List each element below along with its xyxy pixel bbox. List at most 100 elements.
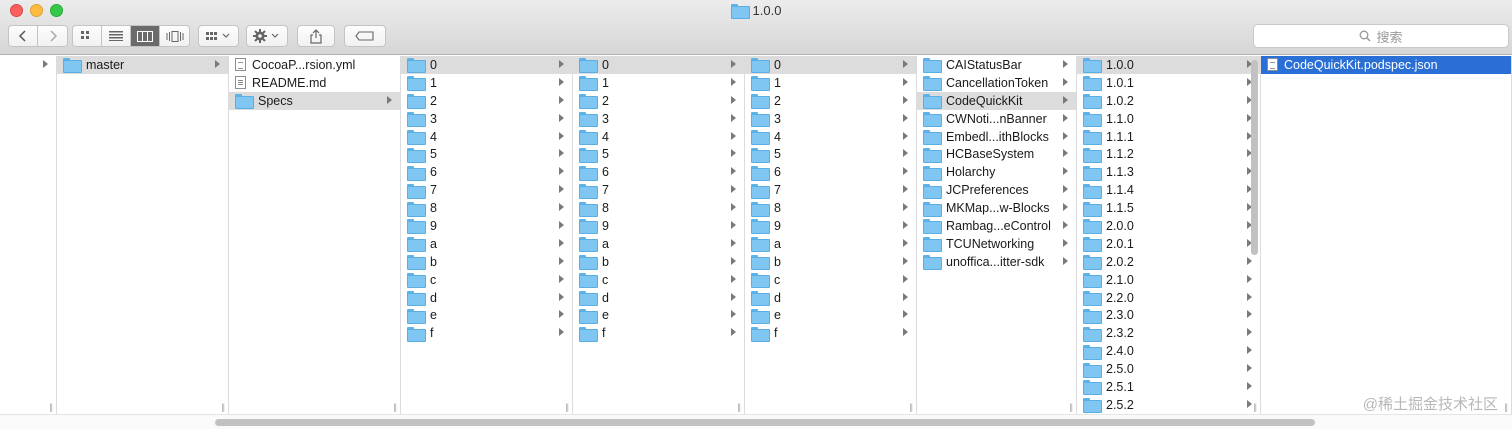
file-row[interactable]: 4 [573,128,744,146]
back-button[interactable] [9,26,38,46]
file-row[interactable]: 1.1.5 [1077,199,1260,217]
file-row[interactable]: 8 [745,199,916,217]
column-resize-handle[interactable]: || [737,402,741,412]
file-row[interactable]: 4 [745,128,916,146]
file-row[interactable]: 5 [401,145,572,163]
file-row[interactable]: unoffica...itter-sdk [917,253,1076,271]
file-row[interactable]: TCUNetworking [917,235,1076,253]
browser-column[interactable]: || [0,56,57,414]
file-row[interactable]: 6 [401,163,572,181]
file-row[interactable]: c [573,271,744,289]
forward-button[interactable] [38,26,67,46]
file-row[interactable]: Holarchy [917,163,1076,181]
arrange-button[interactable] [198,25,239,47]
column-view-button[interactable] [131,26,160,46]
cover-flow-button[interactable] [160,26,189,46]
file-row[interactable]: 8 [401,199,572,217]
file-row[interactable]: 2.5.0 [1077,360,1260,378]
browser-column[interactable]: CodeQuickKit.podspec.json || [1261,56,1512,414]
file-row[interactable]: CancellationToken [917,74,1076,92]
file-row[interactable]: 9 [401,217,572,235]
vertical-scrollbar-thumb[interactable] [1251,60,1258,255]
file-row[interactable]: e [573,306,744,324]
file-row[interactable]: 2.3.2 [1077,324,1260,342]
file-row[interactable]: 1.0.1 [1077,74,1260,92]
file-row[interactable]: CodeQuickKit.podspec.json [1261,56,1511,74]
file-row[interactable]: c [401,271,572,289]
file-row[interactable]: a [401,235,572,253]
file-row[interactable]: README.md [229,74,400,92]
file-row[interactable]: 2.0.1 [1077,235,1260,253]
file-row[interactable]: 0 [745,56,916,74]
file-row[interactable] [0,56,56,74]
file-row[interactable]: 5 [745,145,916,163]
file-row[interactable]: CodeQuickKit [917,91,1076,110]
list-view-button[interactable] [102,26,131,46]
file-row[interactable]: 1 [401,74,572,92]
file-row[interactable]: 3 [401,110,572,128]
column-resize-handle[interactable]: || [221,402,225,412]
file-row[interactable]: 6 [573,163,744,181]
file-row[interactable]: 3 [745,110,916,128]
file-row[interactable]: a [745,235,916,253]
file-row[interactable]: master [57,56,228,74]
column-resize-handle[interactable]: || [1253,402,1257,412]
file-row[interactable]: MKMap...w-Blocks [917,199,1076,217]
file-row[interactable]: 1.1.3 [1077,163,1260,181]
browser-column[interactable]: master || [57,56,229,414]
file-row[interactable]: 1.0.2 [1077,92,1260,110]
file-row[interactable]: 2.4.0 [1077,342,1260,360]
file-row[interactable]: 7 [745,181,916,199]
file-row[interactable]: 1.1.2 [1077,145,1260,163]
file-row[interactable]: 5 [573,145,744,163]
file-row[interactable]: 2.0.0 [1077,217,1260,235]
file-row[interactable]: f [745,324,916,342]
column-resize-handle[interactable]: || [49,402,53,412]
file-row[interactable]: 2.2.0 [1077,289,1260,307]
file-row[interactable]: 0 [573,56,744,74]
file-row[interactable]: 1 [745,74,916,92]
search-field[interactable]: 搜索 [1253,24,1509,48]
file-row[interactable]: JCPreferences [917,181,1076,199]
file-row[interactable]: 2 [401,92,572,110]
file-row[interactable]: 2.5.1 [1077,378,1260,396]
file-row[interactable]: c [745,271,916,289]
column-resize-handle[interactable]: || [393,402,397,412]
file-row[interactable]: 7 [401,181,572,199]
edit-tags-button[interactable] [344,25,386,47]
file-row[interactable]: 7 [573,181,744,199]
column-resize-handle[interactable]: || [565,402,569,412]
file-row[interactable]: a [573,235,744,253]
file-row[interactable]: 2 [745,92,916,110]
file-row[interactable]: 0 [401,56,572,74]
file-row[interactable]: Specs [229,91,400,110]
file-row[interactable]: 2.0.2 [1077,253,1260,271]
browser-column[interactable]: CocoaP...rsion.yml README.md Specs || [229,56,401,414]
file-row[interactable]: 1 [573,74,744,92]
browser-column[interactable]: 0 1 2 3 4 5 6 7 8 9 a b c d e f || [745,56,917,414]
column-resize-handle[interactable]: || [1069,402,1073,412]
file-row[interactable]: f [401,324,572,342]
browser-column[interactable]: CAIStatusBar CancellationToken CodeQuickKi… [917,56,1077,414]
file-row[interactable]: e [401,306,572,324]
file-row[interactable]: 2.1.0 [1077,271,1260,289]
file-row[interactable]: 2 [573,92,744,110]
file-row[interactable]: 9 [745,217,916,235]
file-row[interactable]: b [401,253,572,271]
icon-view-button[interactable] [73,26,102,46]
file-row[interactable]: d [573,289,744,307]
action-button[interactable] [246,25,288,47]
file-row[interactable]: b [745,253,916,271]
browser-column[interactable]: 0 1 2 3 4 5 6 7 8 9 a b c d e f || [573,56,745,414]
file-row[interactable]: f [573,324,744,342]
file-row[interactable]: 3 [573,110,744,128]
file-row[interactable]: 2.3.0 [1077,306,1260,324]
file-row[interactable]: e [745,306,916,324]
file-row[interactable]: 9 [573,217,744,235]
file-row[interactable]: Embedl...ithBlocks [917,128,1076,146]
file-row[interactable]: d [401,289,572,307]
horizontal-scrollbar[interactable] [0,414,1512,429]
column-resize-handle[interactable]: || [909,402,913,412]
column-resize-handle[interactable]: || [1504,402,1508,412]
horizontal-scrollbar-thumb[interactable] [215,419,1315,426]
